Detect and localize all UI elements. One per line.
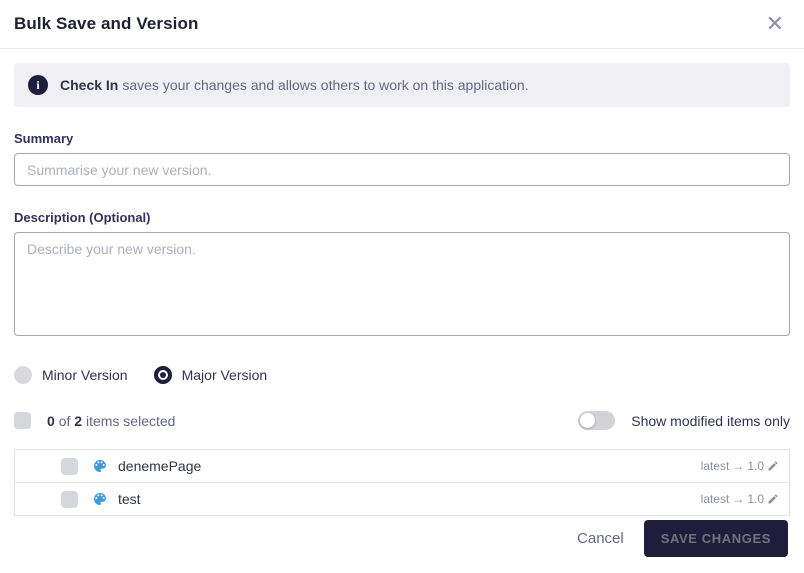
banner-text: Check In saves your changes and allows ot… (60, 77, 529, 93)
selection-summary: 0 of 2 items selected (14, 412, 175, 429)
item-name: denemePage (118, 458, 202, 474)
item-name: test (118, 491, 141, 507)
arrow-icon: → (732, 492, 745, 506)
minor-version-radio[interactable]: Minor Version (14, 366, 128, 384)
toggle-knob (580, 413, 596, 428)
bulk-save-modal: Bulk Save and Version ✕ i Check In saves … (0, 0, 804, 573)
summary-label: Summary (14, 131, 74, 146)
arrow-icon: → (732, 459, 745, 473)
major-version-label: Major Version (181, 367, 268, 383)
page-palette-icon (92, 458, 108, 474)
show-modified-label: Show modified items only (631, 412, 790, 429)
items-list: denemePage latest → 1.0 test latest → 1.… (14, 449, 790, 516)
edit-version-icon[interactable] (767, 460, 779, 472)
item-checkbox[interactable] (61, 457, 78, 475)
save-changes-button[interactable]: SAVE CHANGES (643, 520, 788, 557)
version-type-group: Minor Version Major Version (14, 366, 790, 384)
modal-header: Bulk Save and Version ✕ (0, 0, 804, 49)
major-version-radio[interactable]: Major Version (153, 366, 268, 384)
edit-version-icon[interactable] (767, 493, 779, 505)
minor-version-label: Minor Version (42, 367, 128, 383)
checkin-info-banner: i Check In saves your changes and allows … (14, 63, 790, 107)
close-icon[interactable]: ✕ (762, 11, 788, 37)
description-label: Description (Optional) (14, 210, 151, 225)
radio-circle-major[interactable] (153, 366, 172, 384)
page-palette-icon (92, 491, 108, 507)
modal-footer: Cancel SAVE CHANGES (0, 520, 804, 573)
info-icon: i (28, 75, 48, 95)
item-version-info: latest → 1.0 (701, 492, 779, 506)
selection-row: 0 of 2 items selected Show modified item… (14, 411, 790, 430)
selection-count-text: 0 of 2 items selected (47, 412, 176, 429)
cancel-button[interactable]: Cancel (565, 520, 636, 557)
modal-title: Bulk Save and Version (14, 14, 199, 33)
show-modified-toggle[interactable] (578, 411, 616, 430)
summary-input[interactable] (14, 153, 790, 186)
table-row: test latest → 1.0 (14, 482, 790, 516)
radio-circle-minor[interactable] (14, 366, 32, 384)
modal-body: i Check In saves your changes and allows … (0, 49, 804, 520)
table-row: denemePage latest → 1.0 (14, 449, 790, 483)
item-checkbox[interactable] (61, 490, 78, 508)
filter-toggle-group: Show modified items only (578, 411, 790, 430)
select-all-checkbox[interactable] (14, 412, 31, 429)
item-version-info: latest → 1.0 (701, 459, 779, 473)
description-textarea[interactable] (14, 232, 790, 336)
